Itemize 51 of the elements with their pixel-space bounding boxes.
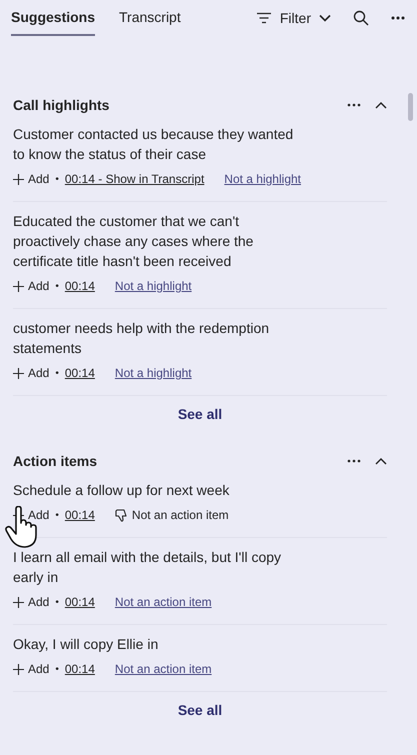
plus-icon: [13, 596, 24, 608]
dismiss-link[interactable]: Not an action item: [114, 662, 212, 676]
separator-dot: •: [55, 174, 59, 184]
suggestion-text: customer needs help with the redemption statements: [13, 319, 270, 358]
timestamp-link[interactable]: 00:14: [64, 595, 95, 609]
separator-dot: •: [55, 596, 59, 608]
dismiss-link[interactable]: Not an action item: [114, 595, 212, 609]
filter-icon: [256, 12, 272, 24]
timestamp-link[interactable]: 00:14: [64, 662, 95, 676]
filter-button[interactable]: Filter: [256, 10, 331, 26]
timestamp-link[interactable]: 00:14: [64, 508, 95, 522]
plus-icon: [13, 368, 24, 378]
scrollbar[interactable]: [408, 93, 413, 121]
more-icon[interactable]: [347, 459, 361, 463]
add-button[interactable]: Add: [13, 366, 50, 380]
dismiss-link[interactable]: Not a highlight: [224, 172, 301, 186]
chevron-up-icon[interactable]: [375, 457, 387, 465]
tab[interactable]: Transcript: [119, 0, 181, 36]
thumbs-down-icon: [114, 508, 127, 522]
see-all-link[interactable]: See all: [172, 405, 228, 423]
more-button[interactable]: [391, 16, 405, 20]
section-title: Call highlights: [13, 97, 110, 113]
chevron-down-icon: [319, 14, 331, 22]
dismiss-link[interactable]: Not an action item: [114, 508, 229, 522]
add-button[interactable]: Add: [13, 662, 50, 676]
suggestion-text: Schedule a follow up for next week: [13, 481, 230, 500]
tab[interactable]: Suggestions: [11, 0, 96, 36]
dismiss-link[interactable]: Not a highlight: [114, 366, 192, 380]
timestamp-link[interactable]: 00:14: [64, 279, 95, 293]
suggestion-text: Customer contacted us because they wanted to know the status of their case: [13, 125, 294, 164]
add-button[interactable]: Add: [13, 172, 50, 186]
search-button[interactable]: [353, 10, 369, 26]
separator-dot: •: [55, 510, 59, 520]
add-button[interactable]: Add: [13, 279, 50, 293]
timestamp-link[interactable]: 00:14 - Show in Transcript: [64, 172, 204, 186]
section-title: Action items: [13, 453, 98, 469]
plus-icon: [13, 664, 24, 674]
suggestion-text: Okay, I will copy Ellie in: [13, 635, 160, 654]
dismiss-link[interactable]: Not a highlight: [114, 279, 192, 293]
plus-icon: [13, 280, 24, 292]
plus-icon: [13, 174, 24, 184]
suggestion-text: Educated the customer that we can't proactively chase any cases where the certificate title hasn't been received: [13, 212, 254, 271]
separator-dot: •: [55, 368, 59, 378]
suggestion-text: I learn all email with the details, but I'll copy early in: [13, 548, 282, 587]
more-icon[interactable]: [347, 103, 361, 107]
add-button[interactable]: Add: [13, 595, 50, 609]
separator-dot: •: [55, 664, 59, 674]
timestamp-link[interactable]: 00:14: [64, 366, 95, 380]
see-all-link[interactable]: See all: [172, 701, 228, 719]
chevron-up-icon[interactable]: [375, 101, 387, 109]
separator-dot: •: [55, 280, 59, 292]
